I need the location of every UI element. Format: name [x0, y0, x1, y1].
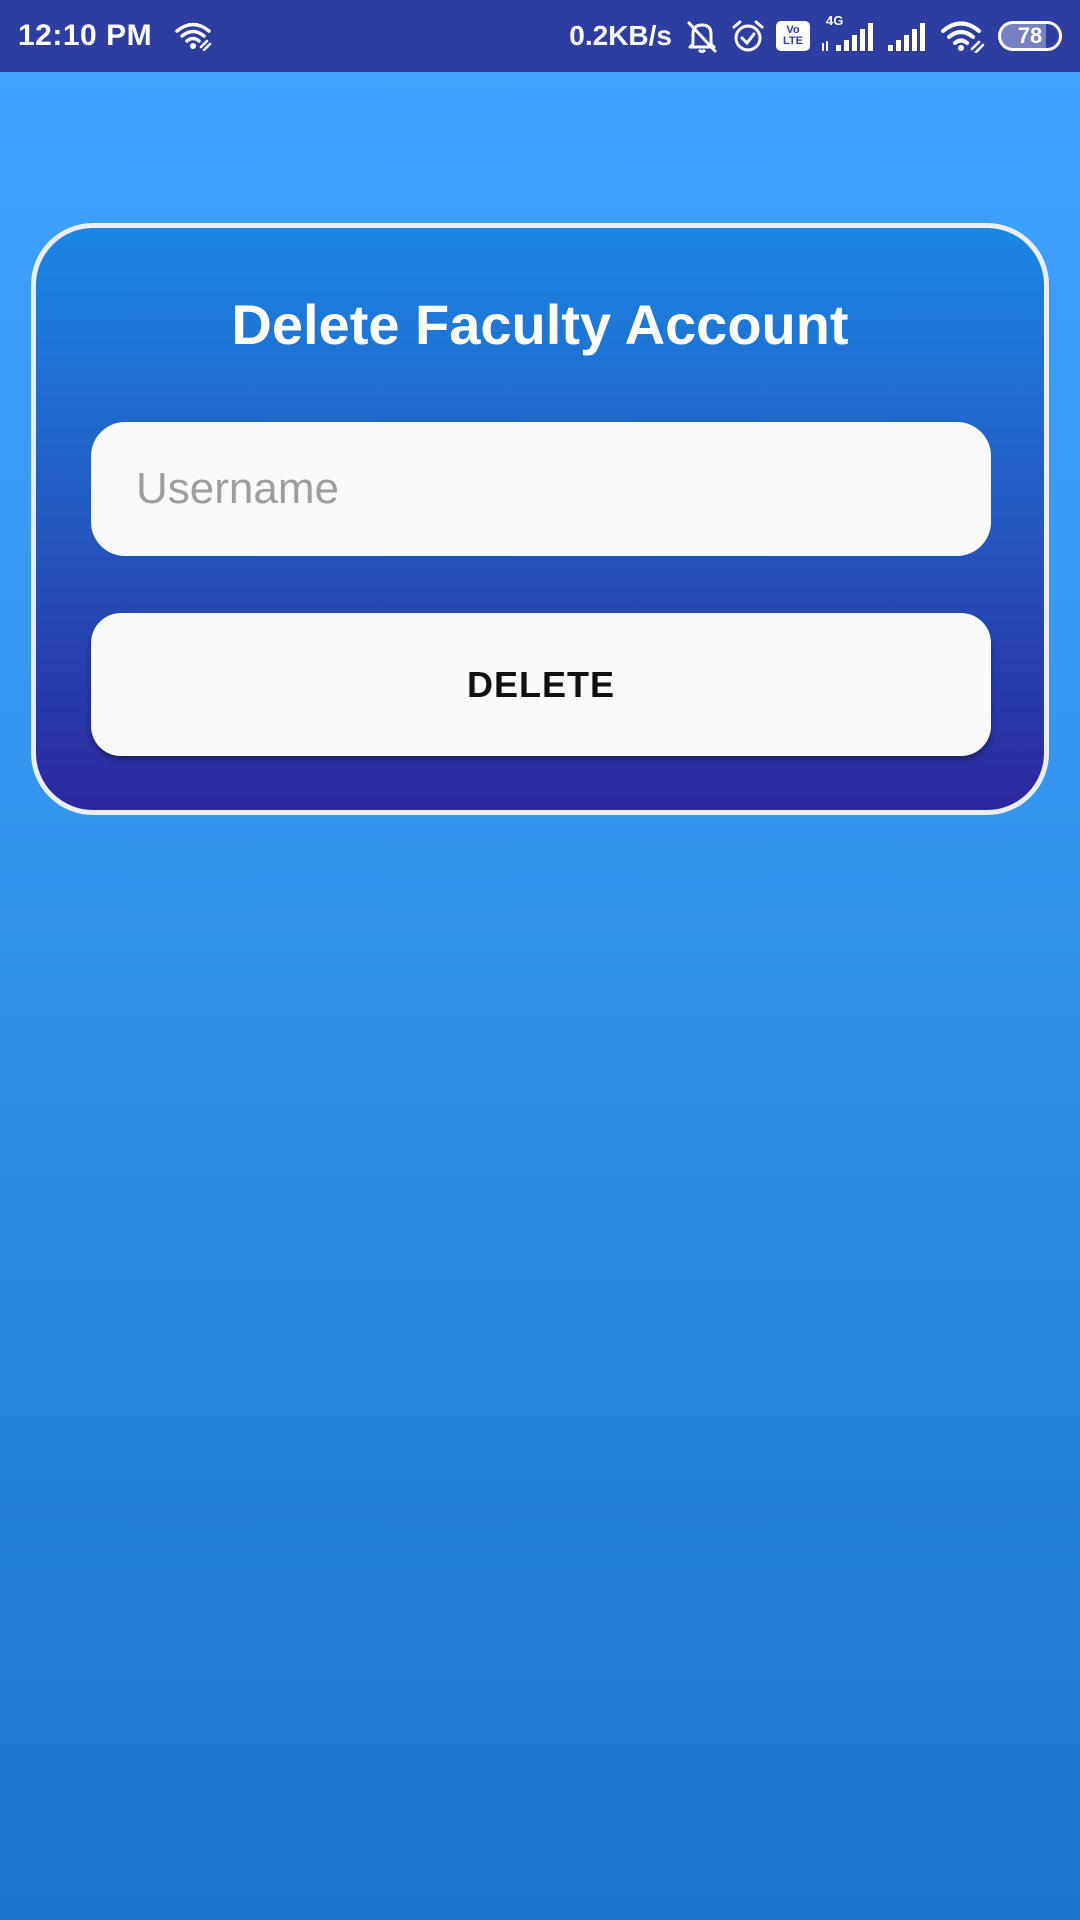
signal-4g-icon: 4G [820, 13, 876, 53]
battery-icon: 78 [998, 21, 1062, 51]
status-bar-left: 12:10 PM [18, 19, 214, 53]
page-title: Delete Faculty Account [231, 293, 849, 356]
wifi-link-icon [174, 21, 214, 51]
network-type-label: 4G [826, 13, 844, 28]
status-bar-right: 0.2KB/s Vo LTE 4G 78 [569, 13, 1062, 54]
bell-off-icon [684, 18, 720, 54]
volte-icon: Vo LTE [776, 21, 810, 51]
delete-account-card: Delete Faculty Account DELETE [31, 223, 1049, 815]
status-time: 12:10 PM [18, 19, 153, 52]
wifi-link-icon [940, 19, 988, 53]
battery-level: 78 [1017, 23, 1043, 48]
username-input[interactable] [91, 422, 991, 556]
delete-button[interactable]: DELETE [91, 613, 991, 756]
status-bar: 12:10 PM 0.2KB/s Vo LTE 4G 78 [0, 0, 1080, 72]
network-speed: 0.2KB/s [569, 20, 672, 51]
alarm-icon [730, 18, 766, 54]
signal-icon [886, 19, 930, 53]
volte-label-bottom: LTE [783, 35, 803, 47]
